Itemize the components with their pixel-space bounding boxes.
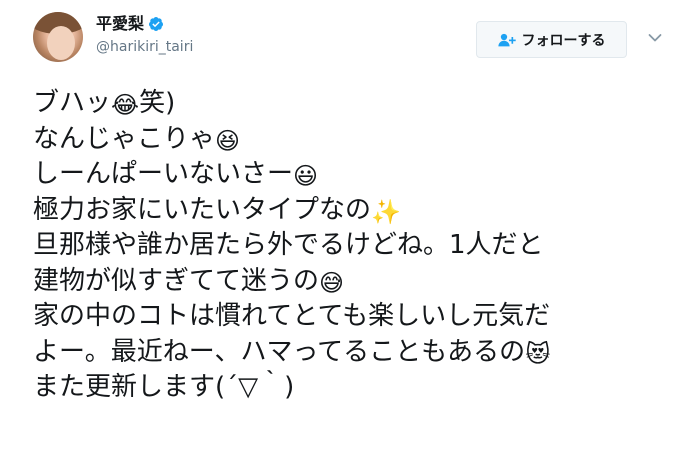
laughing-emoji-icon: 😆 [215,126,241,155]
line-text: なんじゃこりゃ [33,123,216,154]
avatar[interactable] [33,12,83,62]
display-name-row[interactable]: 平愛梨 [96,14,193,34]
line-text: ブハッ [33,88,112,118]
sparkles-emoji-icon: ✨ [371,197,401,226]
tweet-line: よー。最近ねー、ハマってることもあるの😻 [33,335,673,371]
line-text: よー。最近ねー、ハマってることもあるの [33,336,526,367]
add-user-icon [497,33,516,46]
tweet-line: ブハッ😂笑) [33,86,673,122]
verified-badge-icon [149,17,164,31]
tweet-line: しーんぱーいないさー😃 [33,157,673,193]
follow-button-label: フォローする [521,32,606,49]
user-handle[interactable]: @harikiri_tairi [96,38,193,56]
line-text: しーんぱーいないさー [33,159,294,189]
line-text-after: 笑) [139,88,176,118]
heart-eyes-cat-emoji-icon: 😻 [525,339,551,368]
avatar-face [47,26,75,60]
line-text: 旦那様や誰か居たら外でるけどね。1人だと [33,230,544,260]
tweet-text: ブハッ😂笑) なんじゃこりゃ😆 しーんぱーいないさー😃 極力お家にいたいタイプな… [33,86,673,406]
line-text: また更新します(´▽｀) [33,372,295,402]
line-text: 家の中のコトは慣れてとても楽しいし元気だ [33,301,551,331]
line-text: 極力お家にいたいタイプなの [33,194,372,225]
display-name[interactable]: 平愛梨 [96,14,144,34]
line-text: 建物が似すぎてて迷うの [33,265,320,296]
tweet-line: 建物が似すぎてて迷うの😅 [33,264,673,300]
tweet-line: 家の中のコトは慣れてとても楽しいし元気だ [33,299,673,335]
grinning-emoji-icon: 😃 [293,162,319,190]
tweet-line: 極力お家にいたいタイプなの✨ [33,193,673,229]
sweat-smile-emoji-icon: 😅 [319,268,345,297]
tweet: 平愛梨 @harikiri_tairi フォローする ブハッ😂笑) なんじゃこり… [0,0,691,449]
tears-of-joy-emoji-icon: 😂 [111,91,140,119]
tweet-line: また更新します(´▽｀) [33,370,673,406]
follow-button[interactable]: フォローする [476,21,627,58]
tweet-header: 平愛梨 @harikiri_tairi [96,14,193,56]
tweet-line: 旦那様や誰か居たら外でるけどね。1人だと [33,228,673,264]
chevron-down-icon[interactable] [648,33,662,43]
tweet-line: なんじゃこりゃ😆 [33,122,673,158]
